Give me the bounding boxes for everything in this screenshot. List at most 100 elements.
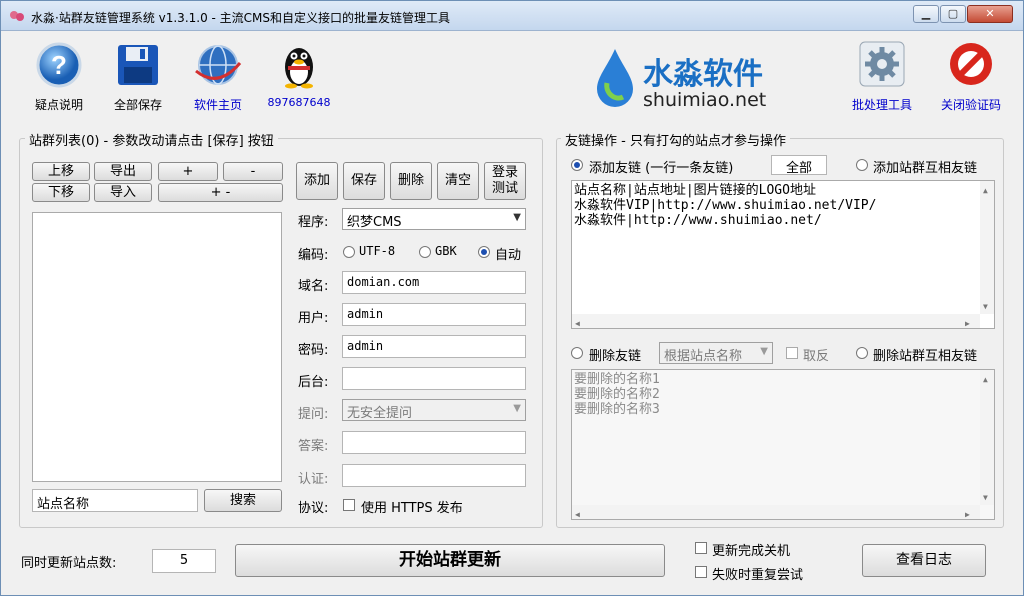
site-search-input[interactable]: 站点名称 xyxy=(32,489,198,512)
minimize-button[interactable]: ▁ xyxy=(913,5,939,23)
add-scope-input[interactable]: 全部 xyxy=(771,155,827,175)
delete-link-line: 要删除的名称2 xyxy=(574,387,660,402)
auto-radio[interactable] xyxy=(478,246,490,258)
scroll-left-icon[interactable]: ◀ xyxy=(575,507,580,522)
login-test-button[interactable]: 登录 测试 xyxy=(484,162,526,200)
gear-icon xyxy=(859,41,905,87)
save-site-button[interactable]: 保存 xyxy=(343,162,385,200)
move-up-button[interactable]: 上移 xyxy=(32,162,90,181)
login-test-line1: 登录 xyxy=(491,165,518,180)
clear-form-button[interactable]: 清空 xyxy=(437,162,479,200)
add-site-button[interactable]: 添加 xyxy=(296,162,338,200)
title-bar[interactable]: 水淼·站群友链管理系统 v1.3.1.0 - 主流CMS和自定义接口的批量友链管… xyxy=(1,1,1023,31)
delete-links-textarea[interactable]: 要删除的名称1 要删除的名称2 要删除的名称3 ▲ ▼ ◀ ▶ xyxy=(571,369,995,520)
horizontal-scrollbar[interactable]: ◀ ▶ xyxy=(572,505,980,519)
protocol-label: 协议: xyxy=(298,501,329,516)
add-mutual-label: 添加站群互相友链 xyxy=(873,161,978,176)
site-list-title: 站群列表(0) - 参数改动请点击 [保存] 按钮 xyxy=(25,130,278,149)
gbk-radio[interactable] xyxy=(419,246,431,258)
backend-input[interactable] xyxy=(342,367,526,390)
qq-number-label: 897687648 xyxy=(267,96,331,109)
close-button[interactable]: ✕ xyxy=(967,5,1013,23)
retry-label: 失败时重复尝试 xyxy=(712,568,804,583)
delete-mutual-radio[interactable] xyxy=(856,347,868,359)
brand-name-en: shuimiao.net xyxy=(643,89,767,111)
export-button[interactable]: 导出 xyxy=(94,162,152,181)
password-input[interactable]: admin xyxy=(342,335,526,358)
maximize-button[interactable]: ▢ xyxy=(940,5,966,23)
homepage-label: 软件主页 xyxy=(193,98,242,112)
close-captcha-button[interactable]: 关闭验证码 xyxy=(935,39,1007,113)
view-log-button[interactable]: 查看日志 xyxy=(862,544,986,577)
homepage-button[interactable]: 软件主页 xyxy=(185,41,251,113)
encoding-label: 编码: xyxy=(298,248,329,263)
scroll-right-icon[interactable]: ▶ xyxy=(965,316,970,331)
question-select[interactable]: 无安全提问 ▼ xyxy=(342,399,526,421)
brand-name-cn: 水淼软件 xyxy=(643,57,763,92)
horizontal-scrollbar[interactable]: ◀ ▶ xyxy=(572,314,980,328)
vertical-scrollbar[interactable]: ▲ ▼ xyxy=(980,181,994,314)
floppy-disk-icon xyxy=(118,45,158,85)
close-captcha-label: 关闭验证码 xyxy=(940,98,1001,112)
batch-tool-button[interactable]: 批处理工具 xyxy=(847,39,917,113)
save-all-label: 全部保存 xyxy=(113,98,162,112)
auth-label: 认证: xyxy=(298,472,329,487)
concurrency-input[interactable]: 5 xyxy=(152,549,216,573)
domain-input[interactable]: domian.com xyxy=(342,271,526,294)
add-link-radio[interactable] xyxy=(571,159,583,171)
vertical-scrollbar[interactable]: ▲ ▼ xyxy=(980,370,994,505)
scroll-down-icon[interactable]: ▼ xyxy=(983,299,988,314)
import-button[interactable]: 导入 xyxy=(94,183,152,202)
start-update-button[interactable]: 开始站群更新 xyxy=(235,544,665,577)
scroll-down-icon[interactable]: ▼ xyxy=(983,490,988,505)
program-label: 程序: xyxy=(298,215,329,230)
scroll-up-icon[interactable]: ▲ xyxy=(983,372,988,387)
delete-site-button[interactable]: 删除 xyxy=(390,162,432,200)
link-ops-title: 友链操作 - 只有打勾的站点才参与操作 xyxy=(561,130,790,149)
add-mutual-radio[interactable] xyxy=(856,159,868,171)
invert-checkbox[interactable] xyxy=(786,347,798,359)
add-item-button[interactable]: + xyxy=(158,162,218,181)
scroll-right-icon[interactable]: ▶ xyxy=(965,507,970,522)
password-label: 密码: xyxy=(298,343,329,358)
help-label: 疑点说明 xyxy=(34,98,83,112)
move-down-button[interactable]: 下移 xyxy=(32,183,90,202)
water-drop-icon xyxy=(597,49,633,107)
batch-tool-label: 批处理工具 xyxy=(851,98,912,112)
question-value: 无安全提问 xyxy=(347,406,413,421)
add-link-line: 水淼软件|http://www.shuimiao.net/ xyxy=(574,213,822,228)
save-all-button[interactable]: 全部保存 xyxy=(107,41,169,113)
search-button[interactable]: 搜索 xyxy=(204,489,282,512)
program-select[interactable]: 织梦CMS ▼ xyxy=(342,208,526,230)
qq-contact-button[interactable]: 897687648 xyxy=(267,41,331,109)
globe-icon xyxy=(195,45,242,85)
delete-link-radio[interactable] xyxy=(571,347,583,359)
delete-by-select[interactable]: 根据站点名称 ▼ xyxy=(659,342,773,364)
utf8-radio[interactable] xyxy=(343,246,355,258)
user-input[interactable]: admin xyxy=(342,303,526,326)
auth-input[interactable] xyxy=(342,464,526,487)
add-link-line: 站点名称|站点地址|图片链接的LOGO地址 xyxy=(574,183,816,198)
help-button[interactable]: ? 疑点说明 xyxy=(29,41,89,113)
delete-mutual-label: 删除站群互相友链 xyxy=(873,349,978,364)
add-links-textarea[interactable]: 站点名称|站点地址|图片链接的LOGO地址 水淼软件VIP|http://www… xyxy=(571,180,995,329)
retry-checkbox[interactable] xyxy=(695,566,707,578)
user-label: 用户: xyxy=(298,311,329,326)
question-label: 提问: xyxy=(298,407,329,422)
delete-link-line: 要删除的名称1 xyxy=(574,372,660,387)
delete-link-label: 删除友链 xyxy=(589,349,642,364)
answer-input[interactable] xyxy=(342,431,526,454)
delete-link-line: 要删除的名称3 xyxy=(574,402,660,417)
scroll-left-icon[interactable]: ◀ xyxy=(575,316,580,331)
remove-item-button[interactable]: - xyxy=(223,162,283,181)
shutdown-checkbox[interactable] xyxy=(695,542,707,554)
toggle-all-button[interactable]: + - xyxy=(158,183,283,202)
site-listbox[interactable] xyxy=(32,212,282,482)
window-title: 水淼·站群友链管理系统 v1.3.1.0 - 主流CMS和自定义接口的批量友链管… xyxy=(31,11,451,25)
add-link-line: 水淼软件VIP|http://www.shuimiao.net/VIP/ xyxy=(574,198,877,213)
delete-by-value: 根据站点名称 xyxy=(664,349,743,364)
main-window: 水淼·站群友链管理系统 v1.3.1.0 - 主流CMS和自定义接口的批量友链管… xyxy=(0,0,1024,596)
login-test-line2: 测试 xyxy=(491,181,518,196)
scroll-up-icon[interactable]: ▲ xyxy=(983,183,988,198)
https-checkbox[interactable] xyxy=(343,499,355,511)
